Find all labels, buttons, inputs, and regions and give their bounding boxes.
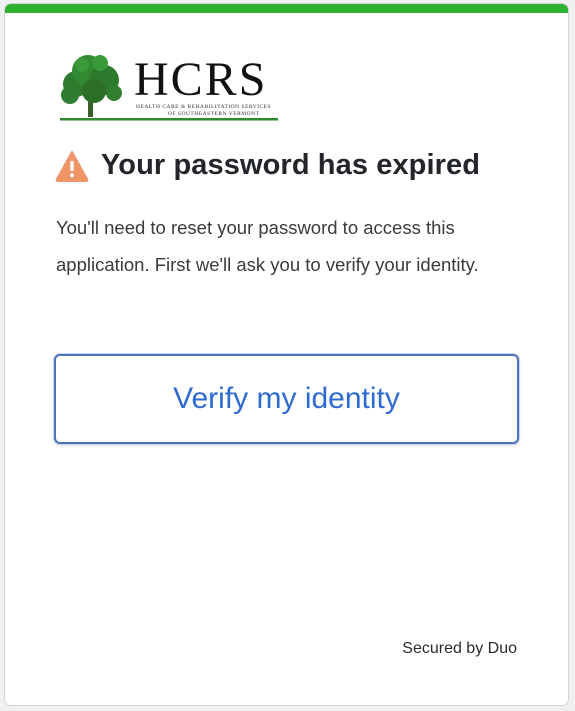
alert-message: You'll need to reset your password to ac…: [56, 217, 479, 275]
alert-header: Your password has expired: [55, 149, 480, 182]
tree-icon: [61, 55, 122, 117]
warning-icon: [55, 150, 89, 182]
hcrs-logo-graphic: HCRS HEALTH CARE & REHABILITATION SERVIC…: [60, 53, 278, 121]
svg-text:HEALTH CARE & REHABILITATION S: HEALTH CARE & REHABILITATION SERVICES: [136, 104, 271, 110]
hcrs-logo: HCRS HEALTH CARE & REHABILITATION SERVIC…: [58, 51, 286, 123]
verify-identity-button[interactable]: Verify my identity: [54, 354, 519, 444]
svg-text:HCRS: HCRS: [134, 53, 267, 106]
svg-text:OF SOUTHEASTERN VERMONT: OF SOUTHEASTERN VERMONT: [168, 111, 260, 117]
secured-by-duo: Secured by Duo: [402, 640, 517, 657]
page-title: Your password has expired: [101, 149, 481, 181]
status-accent-bar: [5, 4, 568, 13]
duo-prompt-card: HCRS HEALTH CARE & REHABILITATION SERVIC…: [4, 3, 569, 706]
